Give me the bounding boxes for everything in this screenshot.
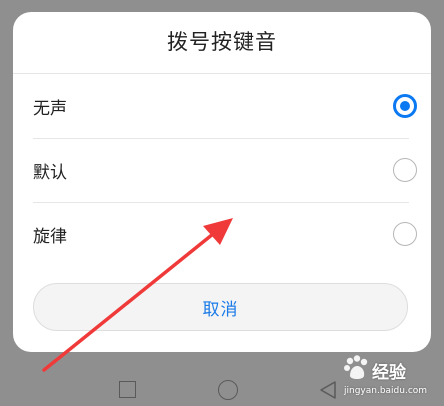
radio-unselected-icon[interactable] [393, 222, 417, 246]
watermark-brand: 经验 [372, 363, 406, 383]
radio-selected-icon[interactable] [393, 94, 417, 118]
option-label: 无声 [33, 98, 67, 119]
option-row-melody[interactable]: 旋律 [13, 202, 431, 266]
radio-unselected-icon[interactable] [393, 158, 417, 182]
cancel-button[interactable]: 取消 [33, 283, 408, 331]
watermark-url: jingyan.baidu.com [344, 386, 428, 396]
home-icon[interactable] [218, 380, 238, 400]
option-list: 无声 默认 旋律 [13, 74, 431, 266]
recent-apps-icon[interactable] [119, 381, 136, 398]
option-row-default[interactable]: 默认 [13, 138, 431, 202]
baidu-jingyan-watermark: 经验 jingyan.baidu.com [338, 352, 442, 404]
baidu-paw-logo-icon [344, 355, 368, 379]
back-icon[interactable] [318, 380, 338, 400]
option-label: 默认 [33, 162, 67, 183]
option-row-silent[interactable]: 无声 [13, 74, 431, 138]
dialog: 拨号按键音 无声 默认 旋律 取消 [13, 12, 431, 352]
option-label: 旋律 [33, 226, 67, 247]
dialog-title: 拨号按键音 [13, 12, 431, 74]
